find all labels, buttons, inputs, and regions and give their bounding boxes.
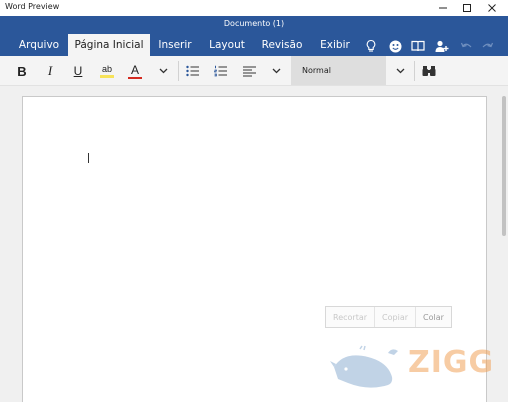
chevron-down-icon (272, 68, 280, 74)
text-cursor (88, 153, 89, 163)
lightbulb-icon (366, 39, 376, 52)
chevron-down-icon (159, 68, 167, 74)
share-button[interactable] (435, 39, 449, 53)
align-button[interactable] (240, 60, 258, 82)
font-color-label: A (130, 62, 139, 77)
font-color-bar (128, 76, 142, 79)
clipboard-context-menu: Recortar Copiar Colar (325, 306, 452, 328)
toolbar-divider (178, 61, 179, 81)
paste-menu-item[interactable]: Colar (416, 307, 451, 327)
tab-pagina-inicial[interactable]: Página Inicial (68, 34, 150, 56)
tab-inserir[interactable]: Inserir (155, 34, 195, 56)
watermark: ZIGG (330, 345, 500, 390)
tab-exibir[interactable]: Exibir (317, 34, 353, 56)
formatting-toolbar: B I U ab A Normal (0, 56, 508, 86)
numbering-icon (214, 65, 227, 77)
scrollbar-thumb[interactable] (502, 96, 506, 236)
reading-mode-button[interactable] (411, 39, 425, 53)
tab-layout[interactable]: Layout (206, 34, 248, 56)
numbering-button[interactable] (212, 60, 230, 82)
book-icon (411, 40, 425, 52)
bold-button[interactable]: B (12, 60, 32, 82)
align-left-icon (242, 66, 256, 76)
minimize-icon (439, 7, 447, 9)
style-value: Normal (302, 66, 331, 75)
tab-arquivo[interactable]: Arquivo (12, 34, 66, 56)
style-dropdown-button[interactable] (392, 60, 408, 82)
bullets-icon (186, 65, 199, 77)
underline-button[interactable]: U (68, 60, 88, 82)
bullets-button[interactable] (184, 60, 202, 82)
tab-revisao[interactable]: Revisão (260, 34, 304, 56)
maximize-icon (463, 4, 471, 12)
feedback-button[interactable] (388, 39, 402, 53)
minimize-button[interactable] (431, 0, 455, 16)
tell-me-button[interactable] (364, 39, 378, 53)
close-button[interactable] (480, 0, 504, 16)
find-binoculars-icon (422, 66, 436, 76)
whale-logo-icon (330, 345, 398, 388)
toolbar-divider (414, 61, 415, 81)
font-options-dropdown[interactable] (155, 60, 171, 82)
title-bar: Word Preview (0, 0, 508, 16)
maximize-button[interactable] (455, 0, 479, 16)
copy-menu-item[interactable]: Copiar (375, 307, 417, 327)
smiley-icon (389, 40, 401, 52)
cut-menu-item[interactable]: Recortar (326, 307, 376, 327)
app-title: Word Preview (5, 2, 60, 11)
paragraph-options-dropdown[interactable] (268, 60, 284, 82)
share-person-icon (435, 40, 449, 52)
style-selector[interactable]: Normal (291, 56, 386, 85)
undo-button[interactable] (459, 39, 473, 53)
close-icon (488, 4, 496, 12)
document-title: Documento (1) (223, 19, 285, 28)
highlight-label: ab (101, 64, 112, 74)
redo-button[interactable] (481, 39, 495, 53)
font-color-button[interactable]: A (124, 60, 146, 82)
redo-icon (482, 42, 494, 48)
highlight-color-bar (100, 75, 114, 78)
chevron-down-icon (396, 68, 404, 74)
ribbon-header: Documento (1) Arquivo Página Inicial Ins… (0, 16, 508, 56)
italic-button[interactable]: I (40, 60, 60, 82)
undo-icon (460, 42, 472, 48)
watermark-text: ZIGG (408, 345, 495, 380)
highlight-button[interactable]: ab (96, 60, 118, 82)
find-button[interactable] (420, 60, 438, 82)
